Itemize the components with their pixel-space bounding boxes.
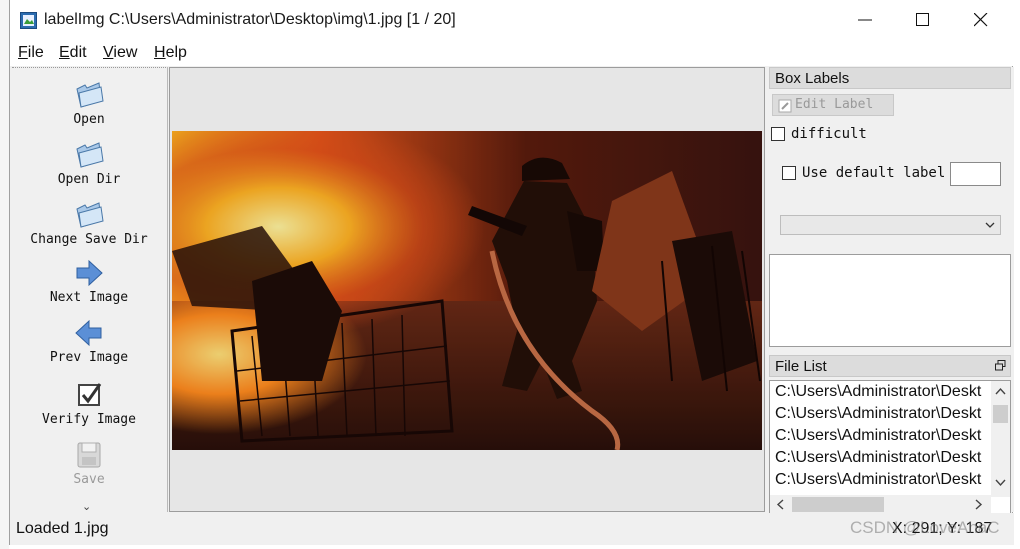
vertical-scroll-thumb[interactable]: [993, 405, 1008, 423]
open-label: Open: [73, 112, 105, 127]
edit-label-button[interactable]: Edit Label: [772, 94, 894, 116]
open-button[interactable]: Open: [10, 79, 168, 127]
open-folder-icon: [76, 82, 104, 108]
difficult-label: difficult: [791, 126, 867, 142]
firefighter-photo[interactable]: [172, 131, 762, 450]
label-combobox[interactable]: [780, 215, 1001, 235]
chevron-down-icon: [985, 222, 995, 228]
checkbox-check-icon: [78, 383, 102, 406]
menu-edit-label: dit: [69, 44, 87, 61]
menu-edit-mnemonic: E: [59, 44, 70, 61]
menu-file-mnemonic: F: [18, 44, 28, 61]
next-image-button[interactable]: Next Image: [10, 257, 168, 305]
file-list[interactable]: C:\Users\Administrator\Deskt C:\Users\Ad…: [769, 380, 1011, 514]
scroll-right-icon[interactable]: [975, 499, 983, 510]
menu-view[interactable]: View: [103, 44, 137, 62]
horizontal-scroll-thumb[interactable]: [792, 497, 884, 512]
file-list-item[interactable]: C:\Users\Administrator\Deskt: [775, 383, 987, 401]
save-button[interactable]: Save: [10, 439, 168, 487]
labelimg-window: labelImg C:\Users\Administrator\Desktop\…: [9, 0, 1014, 545]
close-button[interactable]: [952, 0, 1010, 40]
verify-image-label: Verify Image: [42, 412, 136, 427]
file-list-horizontal-scrollbar[interactable]: [770, 495, 991, 513]
file-list-item[interactable]: C:\Users\Administrator\Deskt: [775, 427, 987, 445]
box-labels-title: Box Labels: [769, 67, 1011, 89]
maximize-icon: [916, 13, 929, 26]
dock-float-icon[interactable]: [995, 360, 1006, 371]
prev-image-button[interactable]: Prev Image: [10, 317, 168, 365]
scroll-left-icon[interactable]: [776, 499, 784, 510]
title-bar[interactable]: labelImg C:\Users\Administrator\Desktop\…: [10, 0, 1014, 40]
status-message: Loaded 1.jpg: [16, 520, 109, 537]
change-save-dir-label: Change Save Dir: [30, 232, 148, 247]
file-list-title: File List: [769, 355, 1011, 377]
file-list-vertical-scrollbar[interactable]: [991, 381, 1010, 497]
minimize-icon: [858, 19, 872, 21]
menu-help-label: elp: [165, 44, 187, 61]
edit-pencil-icon: [778, 99, 792, 113]
minimize-button[interactable]: [836, 0, 894, 40]
scroll-up-icon[interactable]: [995, 387, 1006, 395]
use-default-label-checkbox[interactable]: [782, 166, 796, 180]
file-list-item[interactable]: C:\Users\Administrator\Deskt: [775, 471, 987, 489]
menu-view-label: iew: [113, 44, 138, 61]
close-icon: [974, 13, 988, 27]
edit-label-text: Edit Label: [795, 97, 874, 112]
desktop-background-left: [0, 0, 9, 549]
open-dir-label: Open Dir: [57, 172, 121, 187]
tools-toolbar: Open Open Dir Change Save Dir Next Image: [10, 67, 168, 513]
watermark: CSDN @LoveAhaC: [850, 518, 1000, 537]
toolbar-extension-chevron-icon[interactable]: ⌄: [82, 500, 91, 513]
menu-view-mnemonic: V: [103, 44, 114, 61]
toolbar-grip[interactable]: [12, 67, 166, 70]
menu-bar: File Edit View Help: [10, 40, 1014, 66]
window-title: labelImg C:\Users\Administrator\Desktop\…: [44, 11, 456, 28]
open-dir-folder-icon: [76, 142, 104, 168]
default-label-input[interactable]: [950, 162, 1001, 186]
next-image-label: Next Image: [49, 290, 129, 305]
file-list-item[interactable]: C:\Users\Administrator\Deskt: [775, 405, 987, 423]
verify-image-button[interactable]: Verify Image: [10, 379, 168, 427]
menu-help[interactable]: Help: [154, 44, 187, 62]
arrow-right-icon: [76, 259, 103, 287]
scroll-down-icon[interactable]: [995, 479, 1006, 487]
file-list-title-text: File List: [775, 358, 827, 375]
menu-edit[interactable]: Edit: [59, 44, 87, 62]
image-canvas[interactable]: [169, 67, 765, 512]
file-list-item[interactable]: C:\Users\Administrator\Deskt: [775, 449, 987, 467]
save-label: Save: [73, 472, 105, 487]
use-default-label-text: Use default label: [802, 165, 946, 181]
right-dock: Box Labels Edit Label difficult Use defa…: [768, 67, 1014, 514]
change-save-dir-button[interactable]: Change Save Dir: [10, 199, 168, 247]
open-dir-button[interactable]: Open Dir: [10, 139, 168, 187]
maximize-button[interactable]: [894, 0, 952, 40]
menu-file[interactable]: File: [18, 44, 44, 62]
menu-file-label: ile: [27, 44, 44, 61]
arrow-left-icon: [75, 319, 102, 347]
save-disk-icon: [77, 442, 101, 468]
label-list[interactable]: [769, 254, 1011, 347]
difficult-checkbox[interactable]: [771, 127, 785, 141]
prev-image-label: Prev Image: [49, 350, 129, 365]
menu-help-mnemonic: H: [154, 44, 166, 61]
change-save-dir-folder-icon: [76, 202, 104, 228]
labelimg-app-icon: [20, 12, 37, 29]
